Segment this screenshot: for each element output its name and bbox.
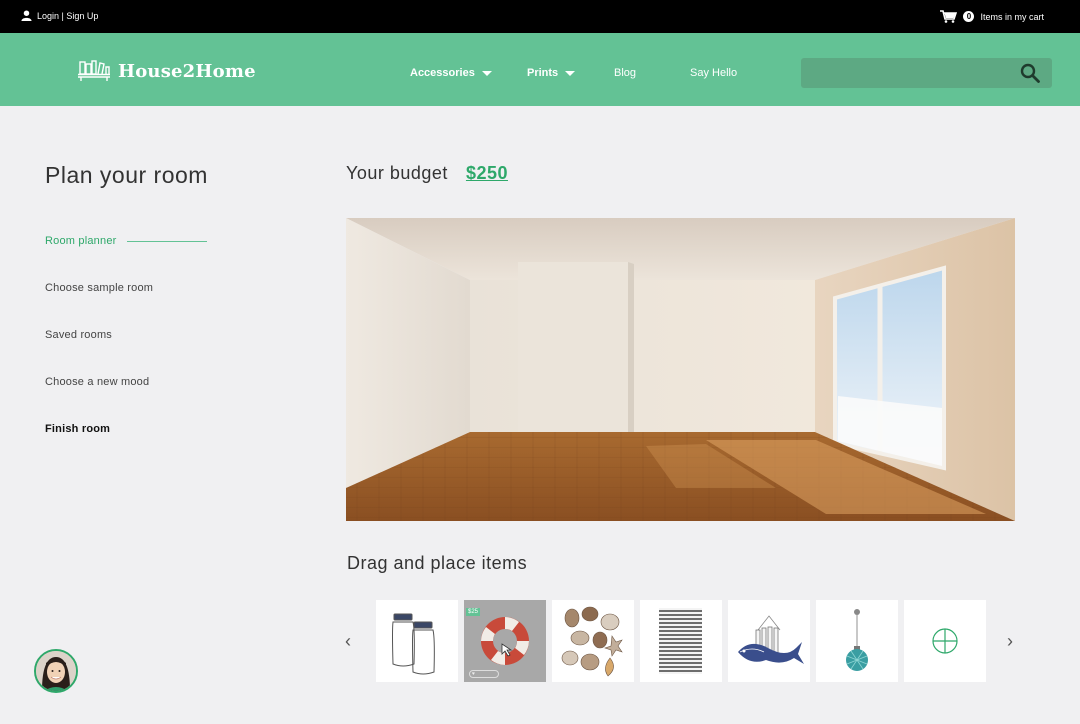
carousel-next-button[interactable]: ›	[1007, 631, 1013, 652]
nav-accessories-label: Accessories	[410, 67, 475, 79]
page-title: Plan your room	[45, 162, 208, 188]
drag-items-heading: Drag and place items	[347, 553, 528, 573]
nav-say-hello[interactable]: Say Hello	[690, 67, 737, 79]
chevron-down-icon	[481, 70, 492, 76]
search-input[interactable]	[801, 58, 1052, 88]
nav-blog-label: Blog	[614, 67, 637, 79]
nav-say-hello-label: Say Hello	[690, 67, 738, 79]
empty-room-image	[346, 218, 1015, 521]
seashells-icon	[561, 606, 623, 677]
sidebar-item-room-planner[interactable]: Room planner	[45, 235, 117, 247]
glass-jars-icon	[392, 613, 435, 675]
active-indicator-line	[127, 241, 207, 242]
add-circle-icon	[932, 628, 958, 654]
item-tile-life-ring[interactable]: $25 ♥	[464, 600, 546, 682]
favorite-heart-icon[interactable]: ♥	[469, 670, 499, 678]
item-tile-glass-jars[interactable]	[376, 600, 458, 682]
nav-accessories[interactable]: Accessories	[410, 67, 492, 79]
cart-icon	[940, 10, 958, 23]
carousel-prev-button[interactable]: ‹	[345, 631, 351, 652]
sidebar-item-finish-room[interactable]: Finish room	[45, 423, 110, 435]
glass-float-pendant-icon	[846, 609, 868, 671]
item-tile-glass-float-pendant[interactable]	[816, 600, 898, 682]
shelf-logo-icon	[78, 60, 110, 81]
avatar-icon	[36, 651, 76, 691]
brand-logo[interactable]: House2Home	[77, 60, 256, 82]
budget-amount-link[interactable]: $250	[466, 163, 508, 184]
login-signup-link[interactable]: Login | Sign Up	[21, 10, 98, 21]
cart-count-badge: 0	[963, 11, 975, 22]
cart-link[interactable]: 0 Items in my cart	[940, 10, 1044, 23]
search-icon[interactable]	[1020, 63, 1040, 83]
support-avatar[interactable]	[34, 649, 78, 693]
brand-name: House2Home	[118, 60, 256, 82]
nav-prints[interactable]: Prints	[527, 67, 576, 79]
striped-rug-icon	[659, 608, 702, 674]
user-icon	[21, 10, 32, 21]
price-tag: $25	[466, 608, 481, 616]
item-tile-welcome-fish-sign[interactable]	[728, 600, 810, 682]
welcome-fish-sign-icon	[738, 615, 804, 664]
cart-label: Items in my cart	[980, 11, 1044, 22]
login-signup-label: Login | Sign Up	[37, 10, 99, 21]
item-tile-add-item[interactable]	[904, 600, 986, 682]
item-tile-seashells[interactable]	[552, 600, 634, 682]
sidebar-item-saved-rooms[interactable]: Saved rooms	[45, 329, 112, 341]
item-tile-striped-rug[interactable]	[640, 600, 722, 682]
budget-display: Your budget $250	[346, 163, 508, 184]
top-bar: Login | Sign Up 0 Items in my cart	[0, 0, 1080, 33]
room-canvas[interactable]	[346, 218, 1015, 521]
sidebar-item-choose-sample-room[interactable]: Choose sample room	[45, 282, 153, 294]
nav-prints-label: Prints	[527, 67, 559, 79]
main-navbar: House2Home Accessories Prints Blog Say H…	[0, 33, 1080, 106]
chevron-down-icon	[565, 70, 576, 76]
sidebar-item-choose-new-mood[interactable]: Choose a new mood	[45, 376, 149, 388]
nav-blog[interactable]: Blog	[614, 67, 636, 79]
budget-label: Your budget	[346, 163, 448, 183]
